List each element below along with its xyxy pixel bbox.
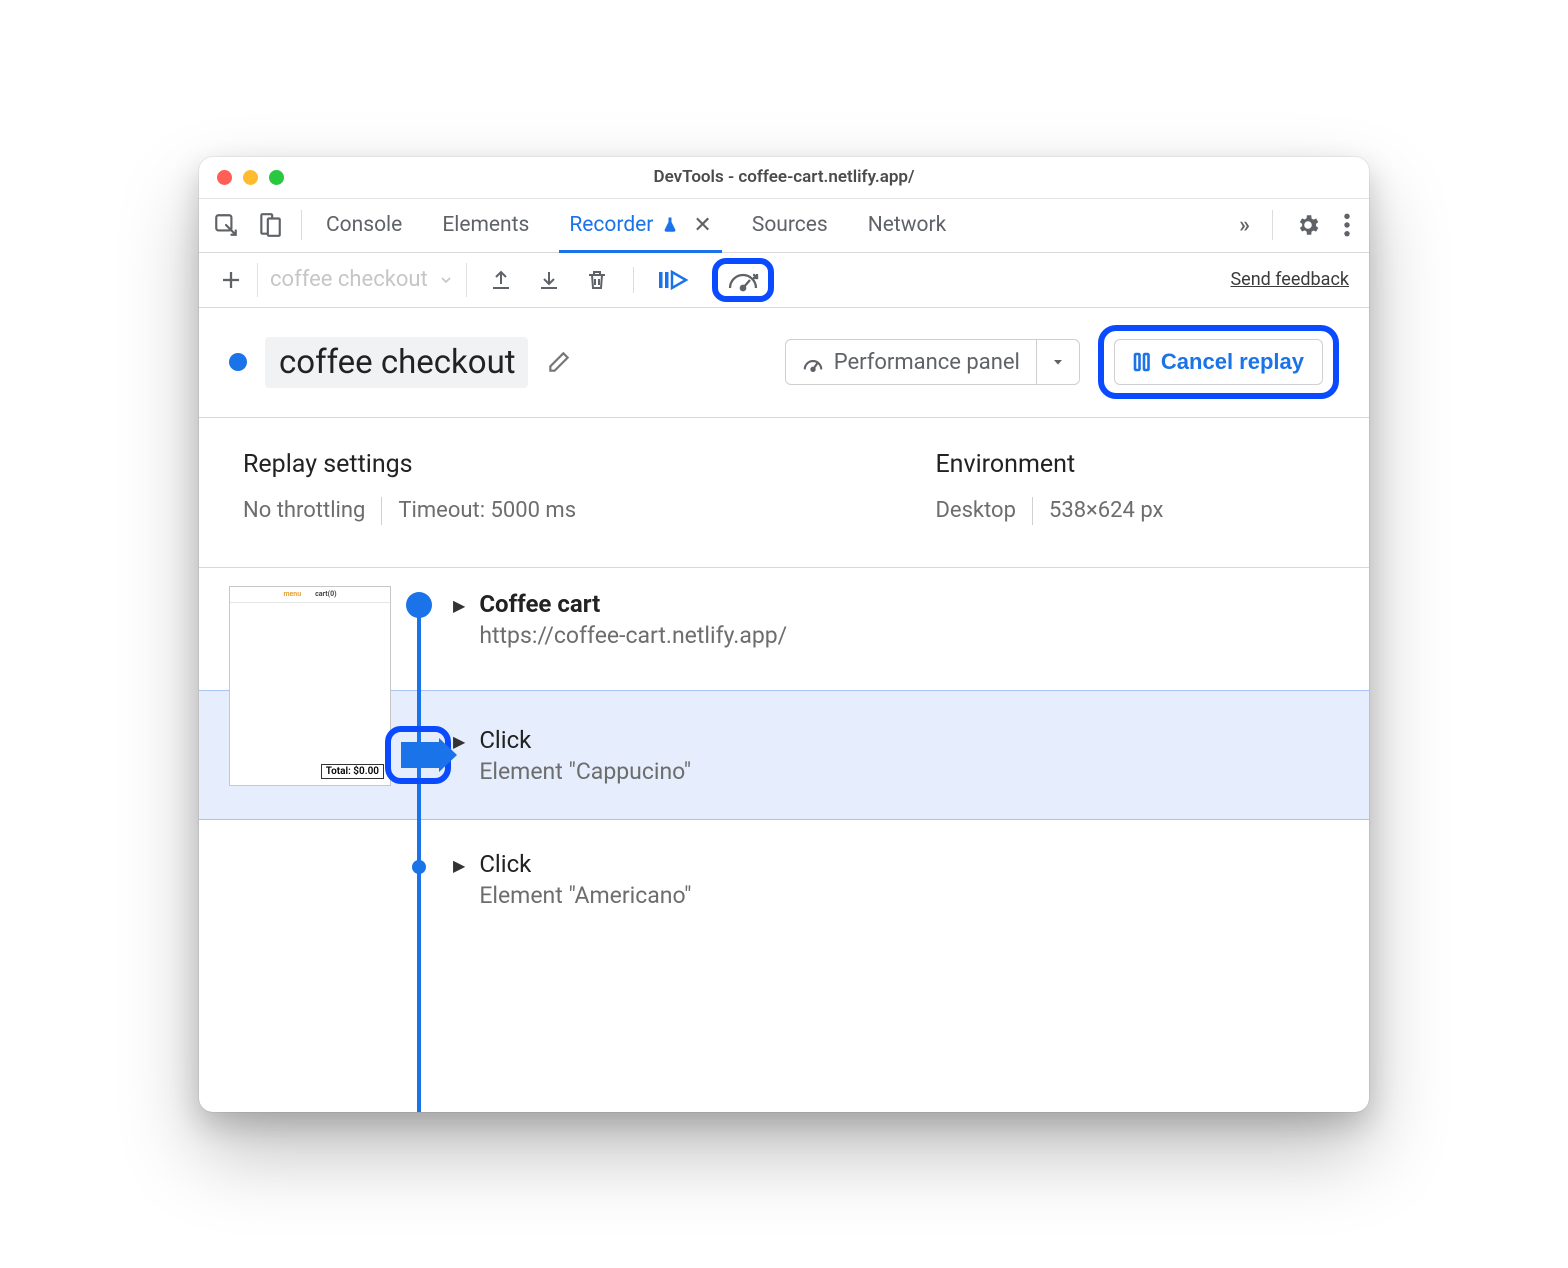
- window-title: DevTools - coffee-cart.netlify.app/: [199, 167, 1369, 187]
- titlebar: DevTools - coffee-cart.netlify.app/: [199, 157, 1369, 199]
- chevron-down-icon[interactable]: [1037, 354, 1079, 370]
- replay-settings-heading: Replay settings: [243, 450, 935, 479]
- throttling-value[interactable]: No throttling: [243, 498, 365, 523]
- flask-icon: [661, 216, 679, 234]
- new-recording-icon[interactable]: [219, 268, 243, 292]
- step-subtitle: https://coffee-cart.netlify.app/: [479, 622, 787, 649]
- settings-row: Replay settings No throttling Timeout: 5…: [199, 418, 1369, 568]
- tab-recorder[interactable]: Recorder ✕: [549, 199, 732, 252]
- tab-label: Network: [868, 213, 947, 237]
- minimize-window-button[interactable]: [243, 170, 258, 185]
- gear-icon[interactable]: [1295, 212, 1321, 238]
- step-node: [412, 860, 426, 874]
- thumb-footer: Total: $0.00: [321, 764, 384, 779]
- replay-speed-button-highlight: [712, 258, 774, 302]
- step-node: [406, 592, 432, 618]
- divider: [1032, 497, 1033, 525]
- step-subtitle: Element "Americano": [479, 882, 691, 909]
- tab-elements[interactable]: Elements: [422, 199, 549, 252]
- cancel-replay-label: Cancel replay: [1161, 349, 1304, 375]
- step-title: Click: [479, 850, 691, 878]
- step-row[interactable]: ▶ Click Element "Americano": [453, 850, 691, 909]
- tab-network[interactable]: Network: [848, 199, 967, 252]
- recording-status-dot: [229, 353, 247, 371]
- performance-panel-select[interactable]: Performance panel: [785, 339, 1080, 385]
- step-title: Coffee cart: [479, 590, 787, 618]
- environment-heading: Environment: [935, 450, 1163, 479]
- step-row[interactable]: ▶ Coffee cart https://coffee-cart.netlif…: [453, 590, 787, 649]
- step-row[interactable]: ▶ Click Element "Cappucino": [453, 726, 691, 785]
- recorder-toolbar: coffee checkout: [199, 253, 1369, 308]
- close-window-button[interactable]: [217, 170, 232, 185]
- inspect-element-icon[interactable]: [213, 212, 239, 238]
- step-title: Click: [479, 726, 691, 754]
- export-icon[interactable]: [489, 268, 513, 292]
- divider: [633, 267, 634, 293]
- thumb-tab: menu: [283, 590, 301, 598]
- tab-label: Elements: [442, 213, 529, 237]
- environment-settings: Environment Desktop 538×624 px: [935, 450, 1163, 525]
- cancel-replay-highlight: Cancel replay: [1098, 325, 1339, 399]
- dimensions-value: 538×624 px: [1049, 498, 1164, 523]
- current-step-highlight-ring: [385, 726, 451, 784]
- devtools-window: DevTools - coffee-cart.netlify.app/ Cons…: [199, 157, 1369, 1112]
- delete-icon[interactable]: [585, 268, 609, 292]
- recording-header: coffee checkout Performance panel Cancel…: [199, 308, 1369, 418]
- tab-label: Recorder: [569, 213, 653, 237]
- recording-selector[interactable]: coffee checkout: [257, 263, 467, 297]
- kebab-menu-icon[interactable]: [1343, 212, 1351, 238]
- replay-settings: Replay settings No throttling Timeout: 5…: [243, 450, 935, 525]
- tablist: Console Elements Recorder ✕ Sources Netw…: [306, 199, 966, 252]
- steps-timeline: menu cart(0) Total: $0.00 ▶ Coffee cart …: [199, 568, 1369, 1112]
- tab-sources[interactable]: Sources: [732, 199, 848, 252]
- gauge-icon: [802, 351, 824, 373]
- traffic-lights: [199, 170, 284, 185]
- cancel-replay-button[interactable]: Cancel replay: [1114, 339, 1323, 385]
- edit-title-icon[interactable]: [546, 349, 572, 375]
- performance-panel-label: Performance panel: [834, 350, 1020, 375]
- timeout-value[interactable]: Timeout: 5000 ms: [398, 498, 576, 523]
- timeline-line: [417, 594, 421, 1112]
- maximize-window-button[interactable]: [269, 170, 284, 185]
- recording-title[interactable]: coffee checkout: [265, 337, 528, 388]
- replay-speed-icon[interactable]: [726, 268, 760, 292]
- expand-step-icon[interactable]: ▶: [453, 856, 465, 875]
- more-tabs-icon[interactable]: »: [1239, 213, 1250, 238]
- device-value: Desktop: [935, 498, 1016, 523]
- pause-icon: [1133, 352, 1151, 372]
- tab-label: Console: [326, 213, 402, 237]
- step-replay-icon[interactable]: [658, 268, 688, 292]
- import-icon[interactable]: [537, 268, 561, 292]
- thumb-tab: cart(0): [315, 590, 336, 598]
- tab-label: Sources: [752, 213, 828, 237]
- divider: [1272, 210, 1273, 240]
- step-subtitle: Element "Cappucino": [479, 758, 691, 785]
- divider: [301, 210, 302, 240]
- panel-tabbar: Console Elements Recorder ✕ Sources Netw…: [199, 199, 1369, 253]
- current-step-arrow-icon: [401, 742, 439, 768]
- chevron-down-icon: [438, 272, 454, 288]
- send-feedback-link[interactable]: Send feedback: [1230, 269, 1349, 290]
- close-tab-icon[interactable]: ✕: [693, 213, 711, 238]
- expand-step-icon[interactable]: ▶: [453, 732, 465, 751]
- recording-selector-label: coffee checkout: [270, 267, 428, 292]
- tab-console[interactable]: Console: [306, 199, 422, 252]
- device-toolbar-icon[interactable]: [257, 212, 283, 238]
- expand-step-icon[interactable]: ▶: [453, 596, 465, 615]
- divider: [381, 497, 382, 525]
- page-thumbnail: menu cart(0) Total: $0.00: [229, 586, 391, 786]
